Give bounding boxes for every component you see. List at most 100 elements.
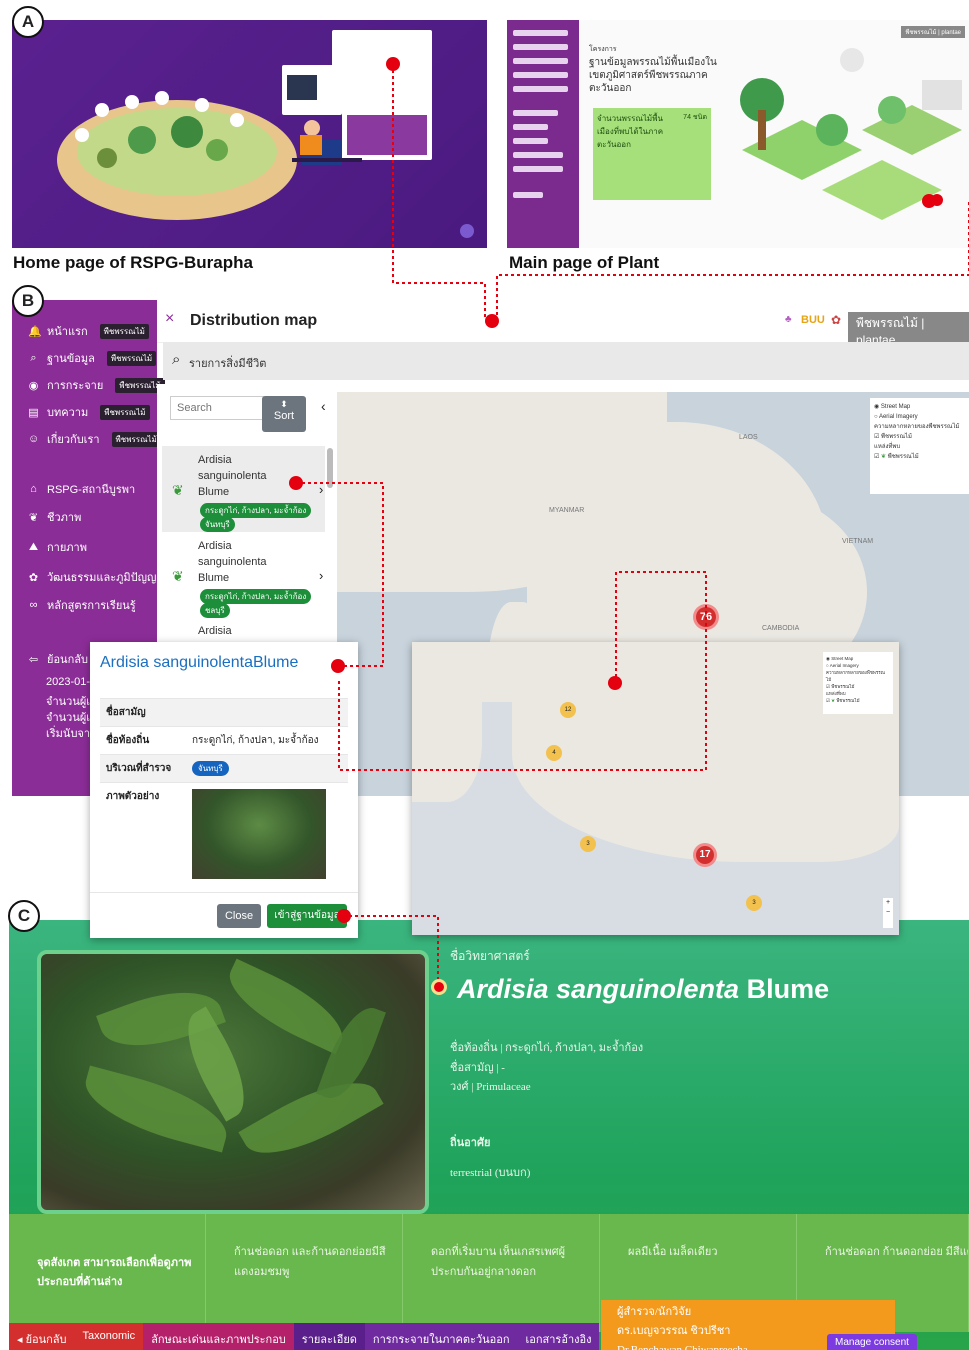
habitat-label: ถิ่นอาศัย: [450, 1137, 491, 1149]
sidebar-item-tag: พืชพรรณไม้: [111, 431, 161, 447]
list-item[interactable]: ❦ Ardisia sanguinolenta Blume กระดูกไก่,…: [162, 534, 325, 620]
specimen-photo[interactable]: [192, 789, 326, 879]
zoomed-map[interactable]: 12 4 3 3 17 ◉ Street Map ○ Aerial Imager…: [412, 642, 899, 935]
document-icon: ▤: [28, 406, 39, 419]
sidebar-item[interactable]: ◉ การกระจาย พืชพรรณไม้: [28, 376, 165, 394]
cluster-marker[interactable]: 4: [546, 745, 562, 761]
common-name: ชื่อสามัญ | -: [450, 1062, 505, 1074]
sidebar-item-label: ชีวภาพ: [47, 512, 82, 524]
zoom-controls[interactable]: + −: [883, 898, 893, 928]
list-item-name[interactable]: Ardisia: [198, 625, 232, 637]
annotation-dot: [431, 979, 447, 995]
nav-distribution[interactable]: การกระจายในภาคตะวันออก: [364, 1323, 518, 1350]
detail-nav: ◂ ย้อนกลับ Taxonomic ลักษณะเด่นและภาพประ…: [9, 1323, 609, 1350]
nav-references[interactable]: เอกสารอ้างอิง: [517, 1323, 600, 1350]
sidebar-item[interactable]: ∞ หลักสูตรการเรียนรู้: [28, 596, 136, 614]
country-label: MYANMAR: [549, 507, 585, 514]
sidebar-item[interactable]: ⌕ ฐานข้อมูล พืชพรรณไม้: [28, 349, 157, 367]
sort-label: Sort: [273, 410, 295, 422]
local-name: ชื่อท้องถิ่น | กระดูกไก่, ก้างปลา, มะจ้ำ…: [450, 1042, 644, 1054]
sidebar-item-tag: พืชพรรณไม้: [100, 404, 150, 420]
cluster-marker[interactable]: 17: [693, 843, 717, 867]
sidebar-item[interactable]: ❦ ชีวภาพ: [28, 508, 81, 526]
list-search-input[interactable]: [170, 396, 264, 420]
annotation-dot: [289, 476, 303, 490]
sidebar-item-label: ฐานข้อมูล: [47, 353, 95, 365]
list-item-name: Ardisia sanguinolenta Blume: [198, 454, 267, 498]
map-layer-legend[interactable]: ◉ Street Map ○ Aerial Imagery ความหลากหล…: [870, 398, 969, 494]
sidebar-item[interactable]: ☺ เกี่ยวกับเรา พืชพรรณไม้: [28, 430, 161, 448]
cluster-marker[interactable]: 3: [746, 895, 762, 911]
species-list-panel: ⬍ Sort ‹ ❦ Ardisia sanguinolenta Blume ก…: [157, 384, 337, 644]
sidebar-item-label: วัฒนธรรมและภูมิปัญญา: [47, 572, 163, 584]
sidebar-back-label: ย้อนกลับ: [47, 654, 88, 666]
popup-title: Ardisia sanguinolentaBlume: [100, 654, 299, 671]
close-button[interactable]: Close: [217, 904, 261, 928]
layer-checkbox[interactable]: ☑ พืชพรรณไม้: [874, 432, 965, 442]
sidebar-item[interactable]: ⛰ กายภาพ: [28, 538, 87, 556]
close-icon[interactable]: ×: [165, 310, 174, 328]
species-photo[interactable]: [37, 950, 429, 1214]
panel-label-b: B: [12, 285, 44, 317]
province-badge: จันทบุรี: [192, 761, 229, 776]
cluster-marker[interactable]: 3: [580, 836, 596, 852]
species-author: Blume: [746, 974, 830, 1004]
infinity-icon: ∞: [29, 599, 38, 611]
sort-button[interactable]: ⬍ Sort: [262, 396, 306, 432]
sidebar-item-label: หน้าแรก: [47, 326, 88, 338]
sidebar-item[interactable]: ✿ วัฒนธรรมและภูมิปัญญา: [28, 568, 163, 586]
search-icon: ⌕: [172, 351, 181, 368]
nav-details[interactable]: รายละเอียด: [293, 1323, 365, 1350]
annotation-dot: [922, 194, 936, 208]
aerial-option[interactable]: ○ Aerial Imagery: [874, 412, 965, 422]
nav-features[interactable]: ลักษณะเด่นและภาพประกอบ: [143, 1323, 294, 1350]
sidebar-item-label: RSPG-สถานีบูรพา: [47, 484, 136, 496]
sidebar-item[interactable]: 🔔 หน้าแรก พืชพรรณไม้: [28, 322, 149, 340]
sidebar-item[interactable]: ⌂ RSPG-สถานีบูรพา: [28, 480, 135, 498]
plant-main-badge: พืชพรรณไม้ | plantae: [901, 26, 965, 38]
sidebar-item-label: เกี่ยวกับเรา: [47, 434, 100, 446]
homepage-illustration: [57, 30, 474, 238]
list-scrollbar[interactable]: [327, 448, 333, 488]
country-label: VIETNAM: [842, 538, 874, 545]
species-detail-page: ชื่อวิทยาศาสตร์ Ardisia sanguinolenta Bl…: [9, 920, 969, 1350]
sidebar-item[interactable]: ▤ บทความ พืชพรรณไม้: [28, 403, 150, 421]
map-layer-legend[interactable]: ◉ Street Map ○ Aerial Imagery ความหลากหล…: [823, 652, 893, 714]
cluster-marker[interactable]: 12: [560, 702, 576, 718]
palette-icon: ✿: [28, 571, 39, 584]
sidebar-item-label: กายภาพ: [47, 542, 87, 554]
sort-icon: ⬍: [280, 399, 288, 409]
sci-name-label: ชื่อวิทยาศาสตร์: [450, 949, 530, 963]
plant-count-title: จำนวนพรรณไม้พื้นเมืองที่พบได้ในภาคตะวันอ…: [597, 114, 664, 149]
nav-taxonomic[interactable]: Taxonomic: [74, 1323, 144, 1350]
list-item[interactable]: ❦ Ardisia sanguinolenta Blume กระดูกไก่,…: [162, 446, 325, 532]
chevron-right-icon: ›: [319, 568, 324, 583]
rspg-logo-icon: ♣: [785, 314, 792, 325]
legend-group: แหล่งที่พบ: [874, 444, 901, 450]
page-title: Distribution map: [190, 312, 318, 329]
feature-item[interactable]: ก้านช่อดอก และก้านดอกย่อยมีสีแดงอมชมพู: [206, 1214, 403, 1332]
go-to-database-button[interactable]: เข้าสู่ฐานข้อมูล: [267, 904, 347, 928]
sidebar-item-tag: พืชพรรณไม้: [106, 350, 157, 366]
species-search-label: รายการสิ่งมีชีวิต: [189, 358, 267, 370]
sidebar-item-label: การกระจาย: [47, 380, 104, 392]
table-row: ชื่อสามัญ: [100, 698, 348, 727]
layer-checkbox[interactable]: ☑ ❦ พืชพรรณไม้: [874, 452, 965, 462]
annotation-dot: [485, 314, 499, 328]
nav-back[interactable]: ◂ ย้อนกลับ: [9, 1323, 75, 1350]
manage-consent-button[interactable]: Manage consent: [827, 1334, 917, 1350]
plant-main-sidebar: [507, 20, 579, 248]
sidebar-back[interactable]: ⇦ ย้อนกลับ: [28, 650, 88, 668]
street-map-option[interactable]: ◉ Street Map: [874, 402, 965, 412]
species-genus: Ardisia sanguinolenta: [457, 974, 740, 1004]
collapse-chevron-icon[interactable]: ‹: [321, 398, 326, 414]
cluster-marker[interactable]: 76: [693, 604, 719, 630]
chevron-right-icon: ›: [319, 482, 324, 497]
home-icon: ⌂: [30, 483, 37, 495]
species-search-bar[interactable]: ⌕ รายการสิ่งมีชีวิต: [163, 342, 969, 380]
plant-caption: Main page of Plant: [509, 253, 660, 272]
feature-item[interactable]: ดอกที่เริ่มบาน เห็นเกสรเพศผู้ประกบกันอยู…: [403, 1214, 600, 1332]
panel-label-c: C: [8, 900, 40, 932]
plant-count-value: 74 ชนิด: [683, 114, 707, 121]
sidebar-item-tag: พืชพรรณไม้: [99, 323, 149, 339]
